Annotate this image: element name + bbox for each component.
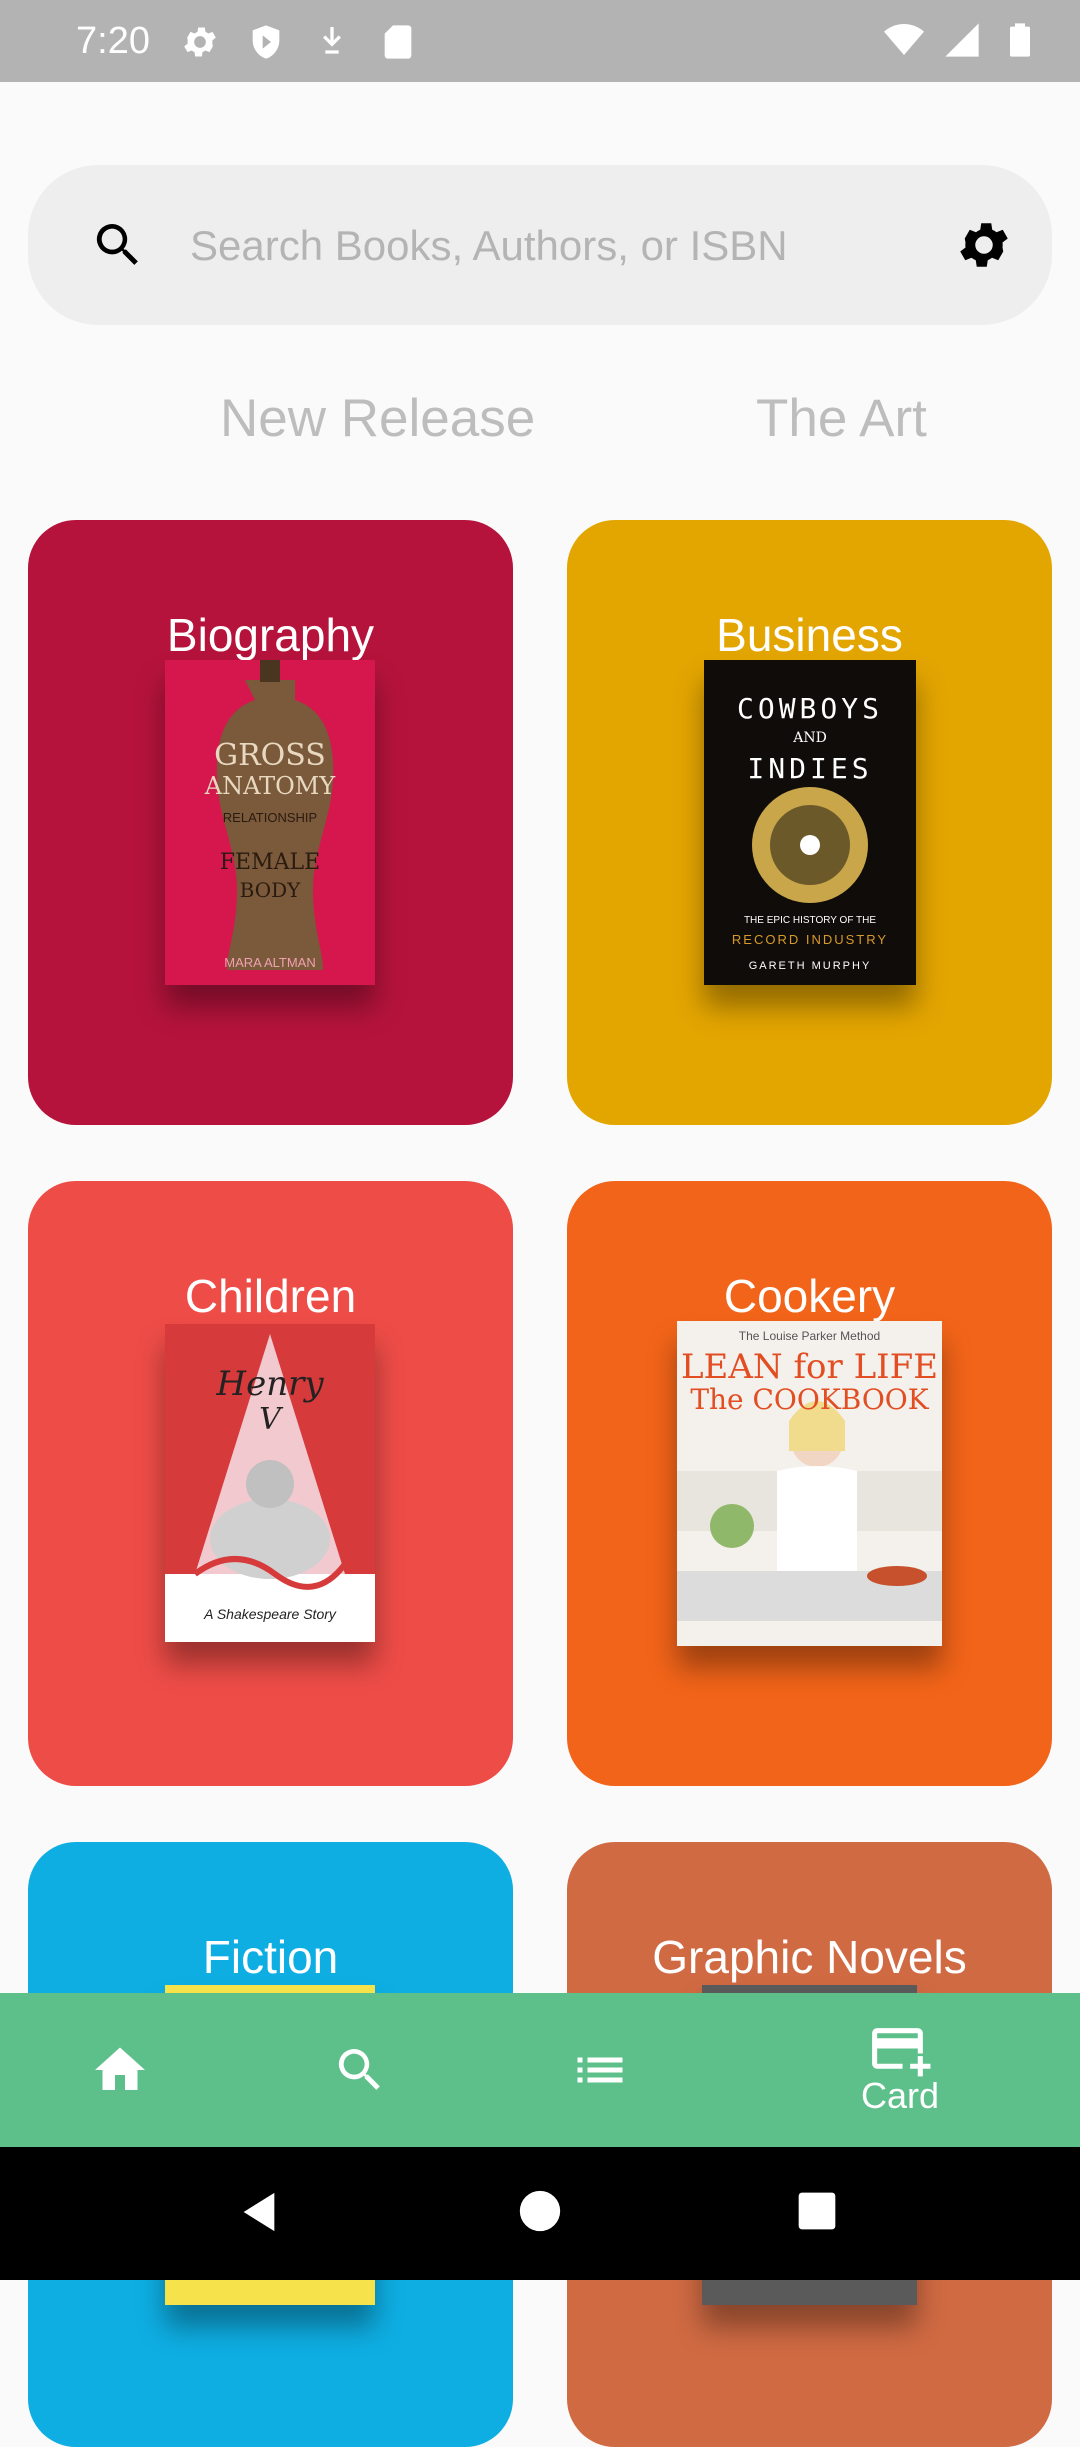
category-title: Fiction xyxy=(202,1931,339,1983)
status-bar: 7:20 xyxy=(0,0,1080,82)
category-title: Children xyxy=(184,1270,357,1322)
download-icon xyxy=(323,27,341,54)
recents-icon[interactable] xyxy=(797,2191,837,2231)
book-title-line1: Henry xyxy=(216,1364,324,1404)
book-title-line1: COWBOYS xyxy=(736,692,883,725)
tab-the-art[interactable]: The Art xyxy=(756,388,927,449)
book-author: MARA ALTMAN xyxy=(224,955,316,970)
search-icon xyxy=(338,2049,380,2090)
book-cover[interactable]: Henry V A Shakespeare Story xyxy=(165,1324,375,1642)
signal-icon xyxy=(945,23,979,57)
list-icon xyxy=(577,2057,623,2083)
book-subtitle: The Louise Parker Method xyxy=(738,1329,881,1343)
status-time: 7:20 xyxy=(76,20,150,62)
book-cover[interactable]: COWBOYS AND INDIES THE EPIC HISTORY OF T… xyxy=(704,660,916,985)
sd-card-icon xyxy=(384,25,412,59)
search-icon xyxy=(96,224,138,265)
book-subtitle-2: FEMALE xyxy=(219,850,321,875)
category-title: Cookery xyxy=(723,1270,896,1322)
status-left-icons xyxy=(180,22,418,62)
book-subtitle: INDIES xyxy=(747,752,873,785)
home-button-icon[interactable] xyxy=(518,2189,562,2233)
book-title-line2: V xyxy=(259,1402,281,1437)
book-title-line2: ANATOMY xyxy=(204,772,336,800)
nav-search[interactable] xyxy=(300,1993,420,2147)
book-title-line2: The COOKBOOK xyxy=(690,1383,929,1416)
search-input[interactable] xyxy=(188,205,952,287)
book-cover[interactable]: The Louise Parker Method LEAN for LIFE T… xyxy=(677,1321,942,1646)
nav-card-label: Card xyxy=(860,2075,940,2116)
tab-new-release[interactable]: New Release xyxy=(220,388,535,449)
book-subtitle-3: RECORD INDUSTRY xyxy=(731,932,889,947)
status-right-icons xyxy=(884,20,1040,60)
bottom-navigation: Card xyxy=(0,1993,1080,2147)
category-card-business[interactable]: Business COWBOYS AND INDIES THE EPIC HIS… xyxy=(567,520,1052,1125)
wifi-icon xyxy=(884,24,924,55)
book-title-line1: LEAN for LIFE xyxy=(680,1347,939,1387)
category-card-cookery[interactable]: Cookery The Louise Parker Method LEAN fo… xyxy=(567,1181,1052,1786)
book-subtitle-3: BODY xyxy=(239,878,301,902)
system-navigation-bar xyxy=(0,2147,1080,2280)
category-title: Graphic Novels xyxy=(652,1931,967,1983)
nav-list[interactable] xyxy=(540,1993,660,2147)
book-title-line2: AND xyxy=(793,730,827,746)
book-cover[interactable]: GROSS ANATOMY RELATIONSHIP FEMALE BODY M… xyxy=(165,660,375,985)
gear-icon[interactable] xyxy=(954,215,1014,275)
book-title-line1: GROSS xyxy=(214,738,326,773)
add-card-icon xyxy=(872,2028,931,2077)
nav-home[interactable] xyxy=(60,1993,180,2147)
battery-icon xyxy=(1010,23,1030,57)
home-icon xyxy=(95,2047,145,2090)
category-title: Business xyxy=(716,609,903,661)
category-title: Biography xyxy=(166,609,375,661)
category-card-children[interactable]: Children Henry V A Shakespeare Story xyxy=(28,1181,513,1786)
search-bar[interactable] xyxy=(28,165,1052,325)
book-subtitle-2: THE EPIC HISTORY OF THE xyxy=(743,915,877,926)
nav-add-card[interactable]: Card xyxy=(820,1993,980,2147)
category-card-biography[interactable]: Biography GROSS ANATOMY RELATIONSHIP FEM… xyxy=(28,520,513,1125)
book-author: GARETH MURPHY xyxy=(748,960,872,972)
book-subtitle: RELATIONSHIP xyxy=(222,810,318,825)
back-icon[interactable] xyxy=(236,2189,282,2235)
book-subtitle: A Shakespeare Story xyxy=(204,1606,336,1622)
shield-icon xyxy=(252,25,280,59)
settings-icon xyxy=(184,27,216,57)
